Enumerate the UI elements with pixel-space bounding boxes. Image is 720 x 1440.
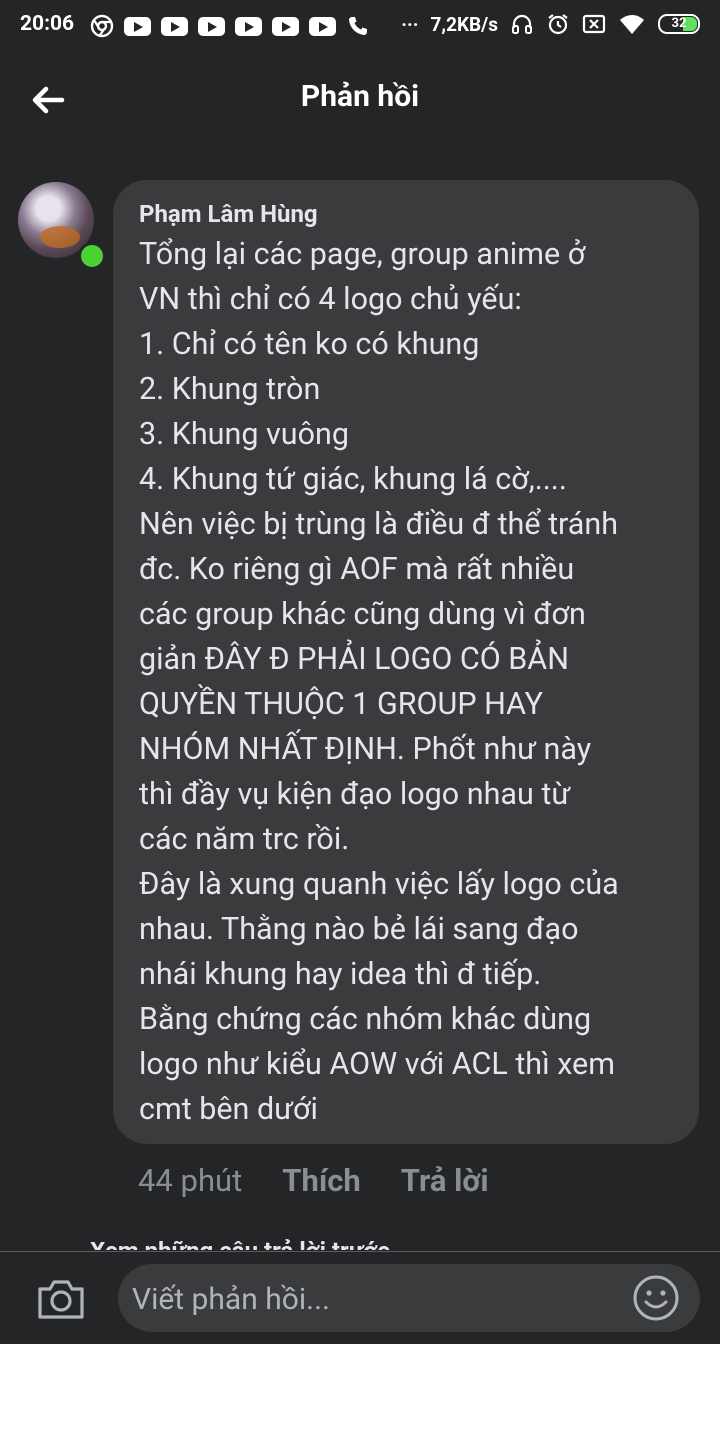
- comment-line: đc. Ko riêng gì AOF mà rất nhiều: [139, 552, 575, 587]
- reply-input[interactable]: [130, 1278, 614, 1320]
- status-time: 20:06: [20, 12, 75, 36]
- view-previous-replies-link[interactable]: Xem những câu trả lời trước: [90, 1236, 390, 1250]
- youtube-icon: [198, 16, 225, 36]
- youtube-icon: [235, 16, 262, 36]
- comment-line: giản ĐÂY Đ PHẢI LOGO CÓ BẢN: [139, 642, 569, 677]
- youtube-icon: [161, 16, 188, 36]
- status-right: ··· 7,2KB/s 32: [401, 12, 700, 36]
- chrome-icon: [90, 14, 114, 38]
- comment-line: Tổng lại các page, group anime ở: [139, 237, 586, 272]
- comment-line: các năm trc rồi.: [139, 822, 350, 857]
- comment-line: Nên việc bị trùng là điều đ thể tránh: [139, 507, 619, 542]
- app-screen: 20:06 ··· 7,2KB/s 32 Phản hồi Phạm Lâm H…: [0, 0, 720, 1344]
- page-title: Phản hồi: [300, 79, 420, 114]
- more-dots: ···: [401, 12, 419, 36]
- comment-line: QUYỀN THUỘC 1 GROUP HAY: [139, 687, 543, 722]
- online-status-dot: [78, 242, 106, 270]
- phone-icon: [349, 17, 367, 35]
- like-button[interactable]: Thích: [282, 1162, 361, 1199]
- youtube-icon: [272, 16, 299, 36]
- network-speed: 7,2KB/s: [430, 12, 499, 36]
- comment-line: NHÓM NHẤT ĐỊNH. Phốt như này: [139, 732, 592, 767]
- battery-icon: 32: [658, 14, 700, 34]
- smile-icon[interactable]: [632, 1274, 680, 1322]
- reply-input-container[interactable]: [118, 1264, 700, 1332]
- comment-line: cmt bên dưới: [139, 1092, 318, 1127]
- comment-line: 1. Chỉ có tên ko có khung: [139, 327, 480, 362]
- headset-icon: [512, 14, 532, 34]
- comment-author[interactable]: Phạm Lâm Hùng: [139, 200, 673, 228]
- comment-line: nhau. Thằng nào bẻ lái sang đạo: [139, 912, 579, 947]
- comment-line: 3. Khung vuông: [139, 417, 349, 452]
- comment-line: các group khác cũng dùng vì đơn: [139, 597, 586, 632]
- wifi-icon: [620, 15, 644, 34]
- comment-timestamp: 44 phút: [138, 1162, 243, 1199]
- youtube-icon: [309, 16, 336, 36]
- status-bar: 20:06 ··· 7,2KB/s 32: [0, 0, 720, 52]
- sim-off-icon: [582, 14, 606, 34]
- notification-icons: [90, 14, 370, 38]
- comment-line: thì đầy vụ kiện đạo logo nhau từ: [139, 777, 571, 812]
- header-bar: Phản hồi: [0, 52, 720, 148]
- comment-line: nhái khung hay idea thì đ tiếp.: [139, 957, 542, 992]
- comment-bubble[interactable]: Phạm Lâm Hùng Tổng lại các page, group a…: [113, 180, 699, 1144]
- comment-line: logo như kiểu AOW với ACL thì xem: [139, 1047, 615, 1082]
- alarm-icon: [548, 14, 568, 35]
- reply-button[interactable]: Trả lời: [401, 1162, 489, 1199]
- comment-line: VN thì chỉ có 4 logo chủ yếu:: [139, 282, 522, 317]
- youtube-icon: [124, 16, 151, 36]
- reply-composer: [0, 1251, 720, 1344]
- battery-level: 32: [671, 16, 687, 31]
- comment-line: 4. Khung tứ giác, khung lá cờ,....: [139, 462, 567, 497]
- comment-line: 2. Khung tròn: [139, 372, 321, 407]
- camera-icon[interactable]: [36, 1277, 86, 1321]
- comment-actions: 44 phút Thích Trả lời: [138, 1162, 489, 1199]
- comment-line: Bằng chứng các nhóm khác dùng: [139, 1002, 592, 1037]
- comment-line: Đây là xung quanh việc lấy logo của: [139, 867, 619, 902]
- comment-text: Tổng lại các page, group anime ở VN thì …: [139, 232, 673, 1132]
